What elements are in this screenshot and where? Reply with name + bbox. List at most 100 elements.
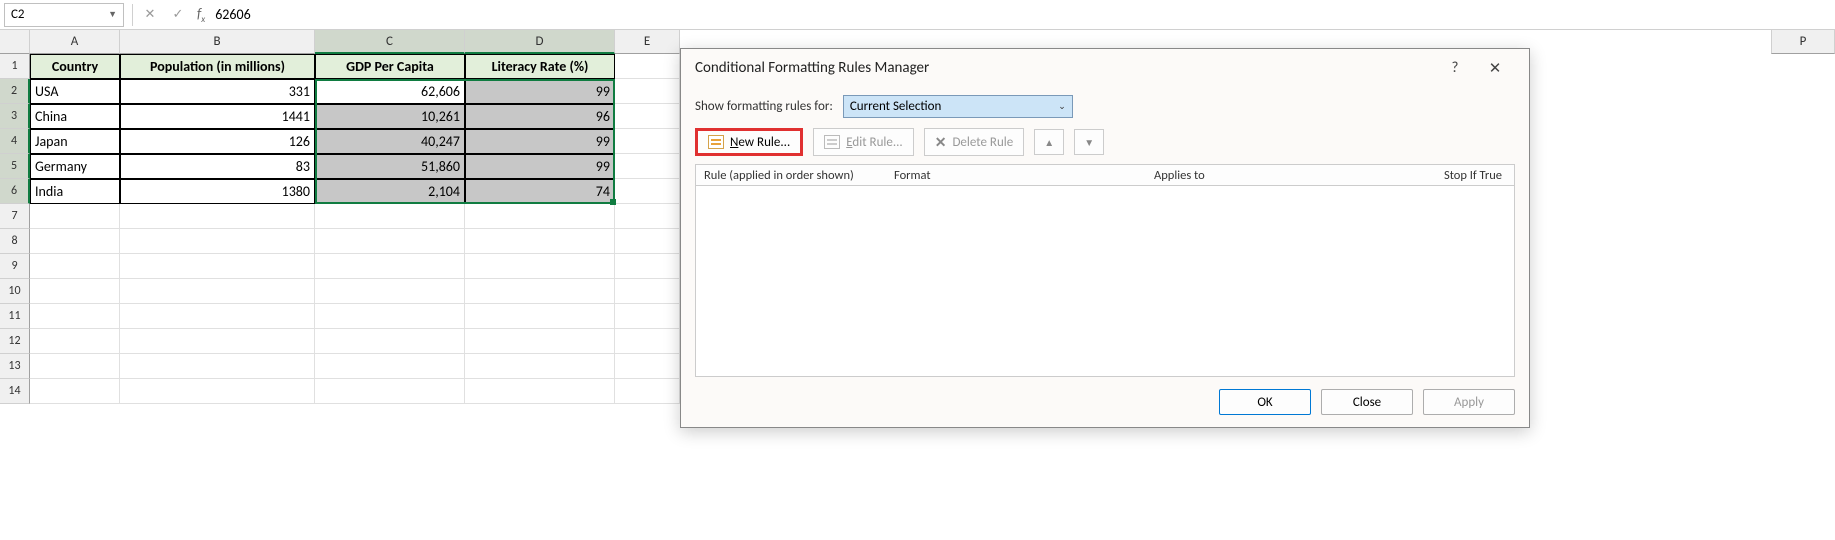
formula-input[interactable] bbox=[205, 3, 1835, 27]
cell-header-gdp[interactable]: GDP Per Capita bbox=[315, 54, 465, 79]
close-icon[interactable]: ✕ bbox=[1475, 59, 1515, 78]
row-header[interactable]: 5 bbox=[0, 154, 30, 179]
move-up-button[interactable]: ▲ bbox=[1034, 129, 1064, 155]
cell[interactable] bbox=[315, 329, 465, 354]
row-header[interactable]: 3 bbox=[0, 104, 30, 129]
cell[interactable] bbox=[30, 229, 120, 254]
cell[interactable] bbox=[30, 204, 120, 229]
help-icon[interactable]: ? bbox=[1435, 59, 1475, 77]
dialog-titlebar[interactable]: Conditional Formatting Rules Manager ? ✕ bbox=[681, 49, 1529, 87]
cell[interactable]: USA bbox=[30, 79, 120, 104]
cell[interactable]: 126 bbox=[120, 129, 315, 154]
cell[interactable] bbox=[315, 254, 465, 279]
cell[interactable] bbox=[120, 279, 315, 304]
cell[interactable]: 83 bbox=[120, 154, 315, 179]
row-header[interactable]: 14 bbox=[0, 379, 30, 404]
show-rules-select[interactable]: Current Selection ⌄ bbox=[843, 95, 1073, 118]
cell[interactable] bbox=[465, 354, 615, 379]
cell[interactable] bbox=[30, 304, 120, 329]
cell[interactable]: 99 bbox=[465, 79, 615, 104]
cell[interactable] bbox=[615, 379, 680, 404]
move-down-button[interactable]: ▼ bbox=[1074, 129, 1104, 155]
cell[interactable] bbox=[615, 54, 680, 79]
row-header[interactable]: 1 bbox=[0, 54, 30, 79]
cell[interactable] bbox=[465, 304, 615, 329]
apply-button[interactable]: Apply bbox=[1423, 389, 1515, 415]
cell[interactable] bbox=[315, 279, 465, 304]
cell[interactable] bbox=[120, 204, 315, 229]
cell[interactable] bbox=[615, 79, 680, 104]
cancel-icon[interactable]: ✕ bbox=[141, 5, 159, 23]
col-header-E[interactable]: E bbox=[615, 30, 680, 54]
cell[interactable] bbox=[30, 329, 120, 354]
delete-rule-button[interactable]: ✕ Delete Rule bbox=[924, 128, 1025, 156]
cell[interactable] bbox=[615, 154, 680, 179]
row-header[interactable]: 8 bbox=[0, 229, 30, 254]
cell[interactable] bbox=[615, 179, 680, 204]
cell[interactable] bbox=[315, 304, 465, 329]
row-header[interactable]: 11 bbox=[0, 304, 30, 329]
cell[interactable] bbox=[315, 379, 465, 404]
select-all-corner[interactable] bbox=[0, 30, 30, 54]
rules-list[interactable] bbox=[695, 186, 1515, 377]
col-header-D[interactable]: D bbox=[465, 30, 615, 54]
cell[interactable]: India bbox=[30, 179, 120, 204]
cell[interactable] bbox=[30, 354, 120, 379]
enter-icon[interactable]: ✓ bbox=[169, 5, 187, 23]
cell[interactable] bbox=[615, 304, 680, 329]
col-header-A[interactable]: A bbox=[30, 30, 120, 54]
cell[interactable] bbox=[120, 254, 315, 279]
cell[interactable] bbox=[615, 129, 680, 154]
cell[interactable] bbox=[615, 354, 680, 379]
cell[interactable]: 51,860 bbox=[315, 154, 465, 179]
cell[interactable] bbox=[315, 204, 465, 229]
row-header[interactable]: 6 bbox=[0, 179, 30, 204]
cell[interactable]: Japan bbox=[30, 129, 120, 154]
cell[interactable] bbox=[30, 279, 120, 304]
cell[interactable] bbox=[615, 204, 680, 229]
cell[interactable] bbox=[120, 304, 315, 329]
row-header[interactable]: 4 bbox=[0, 129, 30, 154]
ok-button[interactable]: OK bbox=[1219, 389, 1311, 415]
cell[interactable]: 10,261 bbox=[315, 104, 465, 129]
cell[interactable] bbox=[465, 279, 615, 304]
cell[interactable]: Germany bbox=[30, 154, 120, 179]
cell[interactable]: 1441 bbox=[120, 104, 315, 129]
cell[interactable] bbox=[120, 229, 315, 254]
edit-rule-button[interactable]: Edit Rule... bbox=[813, 128, 913, 156]
cell[interactable]: 96 bbox=[465, 104, 615, 129]
col-header-P[interactable]: P bbox=[1771, 30, 1835, 54]
cell[interactable]: 2,104 bbox=[315, 179, 465, 204]
cell-header-population[interactable]: Population (in millions) bbox=[120, 54, 315, 79]
cell[interactable] bbox=[615, 279, 680, 304]
cell[interactable] bbox=[465, 329, 615, 354]
cell[interactable] bbox=[30, 254, 120, 279]
row-header[interactable]: 12 bbox=[0, 329, 30, 354]
row-header[interactable]: 9 bbox=[0, 254, 30, 279]
col-header-B[interactable]: B bbox=[120, 30, 315, 54]
cell[interactable] bbox=[465, 229, 615, 254]
cell[interactable]: 331 bbox=[120, 79, 315, 104]
active-cell[interactable]: 62,606 bbox=[315, 79, 465, 104]
close-button[interactable]: Close bbox=[1321, 389, 1413, 415]
cell[interactable]: 74 bbox=[465, 179, 615, 204]
cell-header-literacy[interactable]: Literacy Rate (%) bbox=[465, 54, 615, 79]
cell[interactable] bbox=[465, 379, 615, 404]
row-header[interactable]: 2 bbox=[0, 79, 30, 104]
cell[interactable] bbox=[615, 254, 680, 279]
cell[interactable]: China bbox=[30, 104, 120, 129]
cell[interactable] bbox=[120, 329, 315, 354]
row-header[interactable]: 13 bbox=[0, 354, 30, 379]
cell[interactable] bbox=[615, 329, 680, 354]
cell[interactable] bbox=[615, 229, 680, 254]
cell[interactable] bbox=[465, 254, 615, 279]
new-rule-button[interactable]: New Rule... bbox=[695, 128, 803, 156]
cell[interactable]: 99 bbox=[465, 129, 615, 154]
cell[interactable] bbox=[315, 354, 465, 379]
cell[interactable]: 40,247 bbox=[315, 129, 465, 154]
row-header[interactable]: 7 bbox=[0, 204, 30, 229]
cell[interactable]: 1380 bbox=[120, 179, 315, 204]
cell[interactable] bbox=[465, 204, 615, 229]
cell-header-country[interactable]: Country bbox=[30, 54, 120, 79]
cell[interactable] bbox=[120, 379, 315, 404]
